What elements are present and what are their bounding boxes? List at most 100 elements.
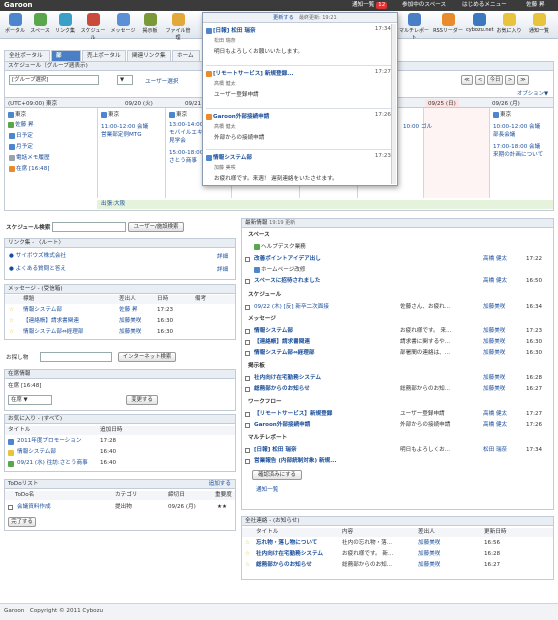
latest-row[interactable]: スペースに招待されました 高橋 健太 16:50	[242, 277, 552, 286]
popup-scrollbar[interactable]	[391, 24, 396, 184]
latest-row[interactable]: 【連絡帳】請求書関連 請求書に関するや... 加藤美咲 16:30	[242, 338, 552, 347]
link-item[interactable]: ● よくある質問と答え	[9, 265, 66, 274]
mark-read-button[interactable]: 確認済みにする	[252, 470, 302, 480]
latest-row[interactable]: 営業報告 (内部統制対象) 新規...	[242, 457, 552, 466]
schedule-user-name[interactable]: 佐藤 昇	[8, 120, 34, 128]
user-select-link[interactable]: ユーザー選択	[145, 77, 178, 85]
favorite-row[interactable]: 2011年度プロモーション 17:28	[5, 437, 235, 446]
latest-row[interactable]: [日報] 松田 瑞奈 明日もよろしくお... 松田 瑞奈 17:34	[242, 446, 552, 455]
next-day-button[interactable]: >	[505, 75, 515, 85]
todo-add-link[interactable]: 追加する	[209, 480, 231, 489]
section-workflow: ワークフロー	[248, 399, 282, 405]
app-notify[interactable]: 通知一覧	[526, 13, 552, 34]
row-checkbox[interactable]	[245, 412, 250, 417]
message-row[interactable]: ☆ 情報システム部 佐藤 昇 17:23	[5, 306, 235, 315]
presence-status[interactable]: 在席 [16:48]	[9, 164, 49, 172]
event-mon-managers[interactable]: 10:00-12:00 会議 部長会議	[493, 122, 551, 138]
next-week-button[interactable]: ≫	[517, 75, 529, 85]
tab-home[interactable]: ホーム	[172, 50, 200, 61]
tab-company-portal[interactable]: 全社ポータル	[4, 50, 50, 61]
latest-row[interactable]: 情報システム部⇔経理部 部署間の連絡は、... 加藤美咲 16:30	[242, 349, 552, 358]
event-mon-plan[interactable]: 17:00-18:00 会議 来期の計画について	[493, 142, 551, 158]
tab-department[interactable]: 部	[51, 50, 81, 61]
row-checkbox[interactable]	[245, 305, 250, 310]
complete-button[interactable]: 完了する	[8, 517, 36, 527]
tab-related-links[interactable]: 関連リンク集	[127, 50, 171, 61]
row-checkbox[interactable]	[245, 448, 250, 453]
notify-item[interactable]: [日報] 松田 瑞奈 17:34 松田 瑞奈 明日もよろしくお願いいたします。	[206, 26, 391, 66]
announcement-row[interactable]: ☆ 総務部からのお知らせ 総務部からのお知... 加藤美咲 16:27	[242, 561, 553, 570]
row-checkbox[interactable]	[245, 329, 250, 334]
link-detail[interactable]: 詳細	[217, 265, 228, 273]
notify-item[interactable]: 情報システム部 17:23 加藤 美咲 お疲れ様です。来週！ 遅刻連絡をいたさせま…	[206, 153, 391, 185]
latest-row[interactable]: 社内向け在宅勤務システム 加藤美咲 16:28	[242, 374, 552, 383]
row-checkbox[interactable]	[245, 279, 250, 284]
favorite-row[interactable]: 情報システム部 16:40	[5, 448, 235, 457]
user-menu[interactable]: 佐藤 昇	[526, 1, 545, 10]
today-button[interactable]: 今日	[487, 75, 503, 85]
month-view-link[interactable]: 月予定	[9, 142, 33, 150]
schedule-search-input[interactable]	[52, 222, 126, 232]
event-tue-meeting[interactable]: 11:00-12:00 会議 営業部定例MTG	[101, 122, 163, 138]
web-search-input[interactable]	[40, 352, 112, 362]
row-checkbox[interactable]	[245, 387, 250, 392]
beginner-menu[interactable]: はじめるメニュー	[462, 1, 507, 10]
notify-list-link-bottom[interactable]: 通知一覧	[256, 485, 278, 493]
latest-row[interactable]: 情報システム部 お疲れ様です。 来... 加藤美咲 17:23	[242, 327, 552, 336]
internet-search-button[interactable]: インターネット検索	[118, 352, 176, 362]
latest-row[interactable]: 総務部からのお知らせ 総務部からのお知... 加藤美咲 16:27	[242, 385, 552, 394]
prev-week-button[interactable]: ≪	[461, 75, 473, 85]
message-row[interactable]: ☆ 【連絡帳】請求書関連 加藤美咲 16:30	[5, 317, 235, 326]
notify-item[interactable]: Garoon外部接続申請 17:26 高橋 健太 外部からの接続申請	[206, 112, 391, 150]
row-checkbox[interactable]	[245, 376, 250, 381]
latest-row[interactable]: 09/22 (木) [反] 新卒二次面接 佐藤さん、お疲れ... 加藤美咲 16:34	[242, 303, 552, 312]
notify-list-link[interactable]: 通知一覧 12	[352, 1, 388, 10]
todo-row[interactable]: 会議資料作成 提出物 09/26 (月) ★★	[5, 503, 235, 512]
app-portal[interactable]: ポータル	[2, 13, 28, 34]
message-row[interactable]: ☆ 情報システム部⇔経理部 加藤美咲 16:30	[5, 328, 235, 337]
prev-day-button[interactable]: <	[475, 75, 485, 85]
tab-sales-portal[interactable]: 売上ポータル	[82, 50, 126, 61]
group-select[interactable]: [グループ選択]	[9, 75, 99, 85]
announcement-row[interactable]: ☆ 忘れ物・落し物について 社内の忘れ物・落... 加藤美咲 16:56	[242, 539, 553, 548]
row-checkbox[interactable]	[245, 423, 250, 428]
app-schedule[interactable]: スケジュール	[80, 13, 106, 41]
app-message[interactable]: メッセージ	[110, 13, 136, 34]
row-checkbox[interactable]	[245, 351, 250, 356]
link-item[interactable]: ● サイボウズ株式会社	[9, 252, 66, 261]
user-facility-search-button[interactable]: ユーザー/施設検索	[128, 222, 184, 232]
link-detail[interactable]: 詳細	[217, 252, 228, 260]
event-fri-golf[interactable]: 10:00 ゴル	[403, 122, 432, 130]
change-presence-button[interactable]: 変更する	[126, 395, 158, 405]
options-menu[interactable]: オプション▼	[517, 89, 548, 97]
row-checkbox[interactable]	[245, 257, 250, 262]
app-cybozu[interactable]: cybozu.net	[466, 13, 494, 33]
presence-select[interactable]: 在席 ▼	[8, 395, 52, 405]
view-select[interactable]: ▼	[117, 75, 133, 85]
favorites-title: お気に入り - (すべて)	[5, 415, 235, 424]
refresh-link[interactable]: 更新する	[273, 15, 294, 21]
app-report[interactable]: マルチレポート	[398, 13, 430, 41]
app-favorites[interactable]: お気に入り	[496, 13, 522, 34]
row-checkbox[interactable]	[245, 459, 250, 464]
favorites-portlet: お気に入り - (すべて) タイトル 追加日時 2011年度プロモーション 17:2…	[4, 414, 236, 472]
latest-row[interactable]: Garoon外部接続申請 外部からの接続申請 高橋 健太 17:26	[242, 421, 552, 430]
announcement-row[interactable]: ☆ 社内向け在宅勤務システム お疲れ様です。 新... 加藤美咲 16:28	[242, 550, 553, 559]
todo-checkbox[interactable]	[8, 505, 13, 510]
trip-banner[interactable]: 出張:大阪	[97, 200, 553, 209]
app-space[interactable]: スペース	[27, 13, 53, 34]
phone-memo-link[interactable]: 電話メモ履歴	[9, 153, 50, 161]
app-logo[interactable]: Garoon	[4, 1, 33, 9]
app-bulletin[interactable]: 掲示板	[137, 13, 163, 34]
app-file[interactable]: ファイル管理	[165, 13, 191, 41]
favorite-row[interactable]: 09/21 (水) 往訪:さとう商事 16:40	[5, 459, 235, 468]
day-view-link[interactable]: 日予定	[9, 131, 33, 139]
app-rss[interactable]: RSSリーダー	[432, 13, 464, 34]
app-link[interactable]: リンク集	[52, 13, 78, 34]
row-checkbox[interactable]	[245, 340, 250, 345]
notify-item[interactable]: [リモートサービス] 新規登録... 17:27 高橋 健太 ユーザー登録申請	[206, 69, 391, 109]
joined-spaces-menu[interactable]: 参加中のスペース	[402, 1, 446, 10]
latest-row[interactable]: 改善ポイントアイデア出し 高橋 健太 17:22	[242, 255, 552, 264]
location-icon	[8, 111, 14, 118]
latest-row[interactable]: 【リモートサービス】新規登録 ユーザー登録申請 高橋 健太 17:27	[242, 410, 552, 419]
